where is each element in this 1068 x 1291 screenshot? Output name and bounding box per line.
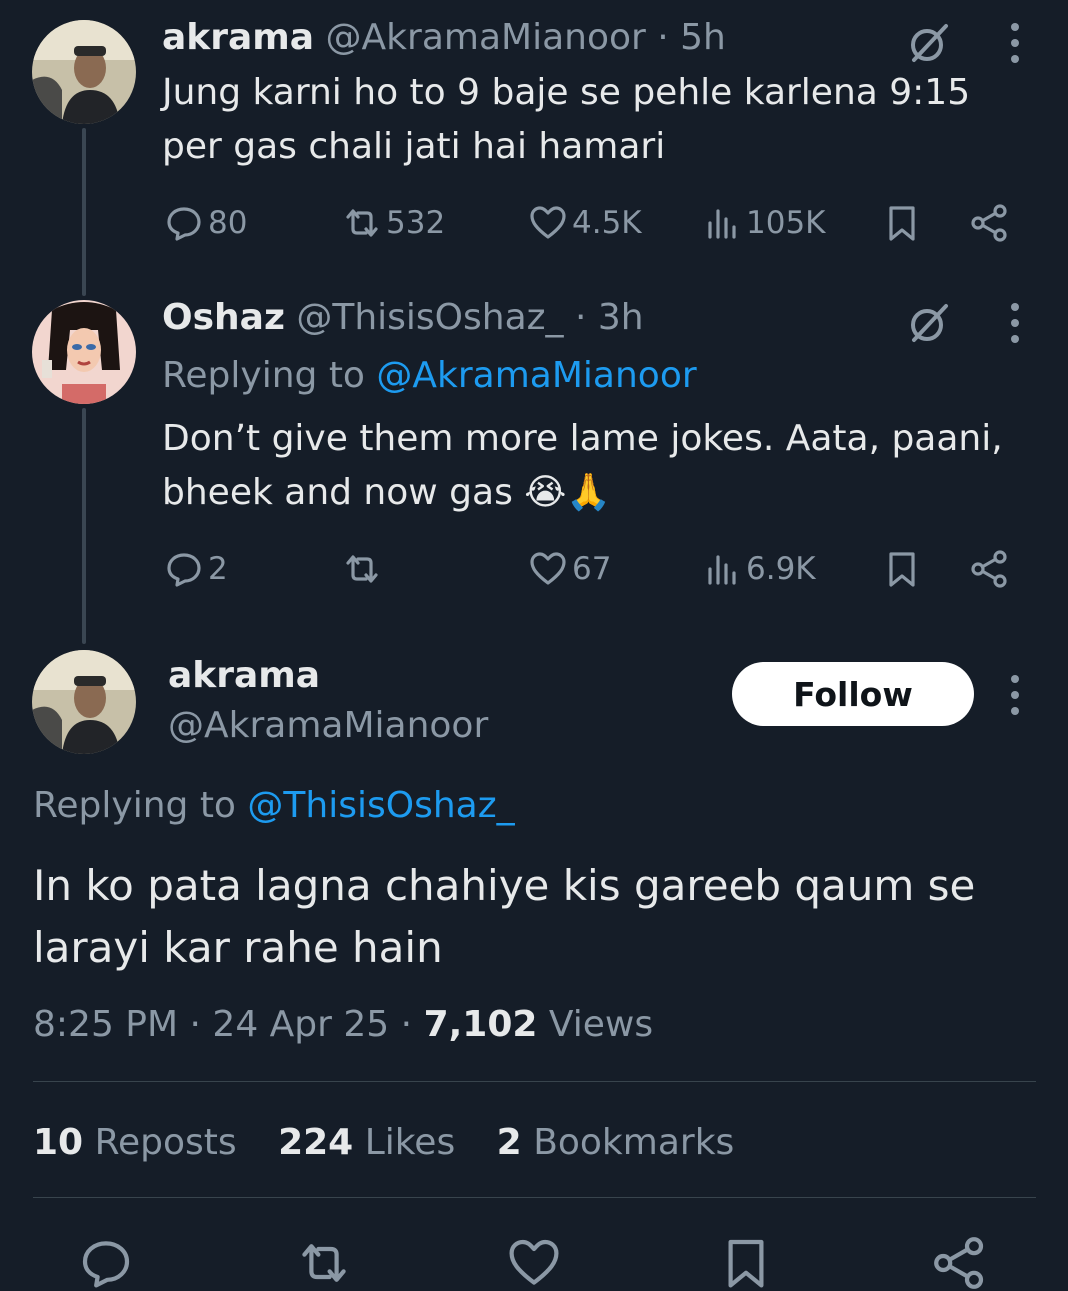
tweet-text: Jung karni ho to 9 baje se pehle karlena…	[162, 66, 1052, 174]
repost-count: 532	[386, 205, 446, 241]
tweet-actions: 2 67 6.9K	[162, 544, 1022, 594]
views-count: 7,102	[423, 1004, 538, 1045]
follow-button[interactable]: Follow	[732, 662, 974, 726]
likes-count: 224	[278, 1122, 354, 1163]
heart-icon	[530, 552, 566, 585]
separator: ·	[189, 1004, 201, 1045]
author-handle[interactable]: @AkramaMianoor	[168, 702, 488, 750]
tweet-time[interactable]: · 3h	[575, 297, 644, 338]
tweet-text-line: per gas chali jati hai hamari	[162, 126, 666, 167]
reposts-stat[interactable]: 10 Reposts	[33, 1122, 237, 1163]
reply-button[interactable]: 80	[164, 198, 247, 248]
tweet-text: Don’t give them more lame jokes. Aata, p…	[162, 412, 1052, 520]
bookmark-icon	[889, 206, 915, 241]
views-button[interactable]: 105K	[702, 198, 826, 248]
tweet-text-line: Don’t give them more lame jokes. Aata, p…	[162, 418, 1003, 459]
heart-icon	[530, 206, 566, 239]
tweet-header: Oshaz @ThisisOshaz_ · 3h	[162, 296, 644, 340]
author-name[interactable]: akrama	[162, 17, 314, 58]
share-button[interactable]	[970, 544, 1014, 594]
reply-button[interactable]: 2	[164, 544, 228, 594]
thread-line	[82, 408, 86, 644]
reply-icon	[167, 553, 201, 587]
grok-icon[interactable]	[906, 300, 952, 346]
repost-icon	[346, 555, 378, 583]
likes-label: Likes	[364, 1122, 456, 1163]
replying-to: Replying to @ThisisOshaz_	[33, 784, 515, 828]
views-button[interactable]: 6.9K	[702, 544, 816, 594]
replying-to-link[interactable]: @ThisisOshaz_	[247, 785, 514, 826]
bookmark-icon	[889, 552, 915, 587]
author-handle[interactable]: @ThisisOshaz_	[296, 297, 563, 338]
bookmarks-count: 2	[496, 1122, 522, 1163]
divider	[33, 1081, 1036, 1082]
bookmarks-stat[interactable]: 2 Bookmarks	[497, 1122, 735, 1163]
avatar[interactable]	[32, 650, 136, 754]
views-icon	[708, 555, 736, 585]
repost-icon	[346, 209, 378, 237]
tweet-header: akrama @AkramaMianoor · 5h	[162, 16, 726, 60]
action-bar	[0, 1225, 1068, 1289]
tweet-date[interactable]: 24 Apr 25	[212, 1004, 389, 1045]
replying-to: Replying to @AkramaMianoor	[162, 354, 697, 398]
more-options-icon[interactable]	[1008, 20, 1022, 66]
tweet-time[interactable]: · 5h	[657, 17, 726, 58]
reply-count: 2	[208, 551, 228, 587]
more-options-icon[interactable]	[1008, 300, 1022, 346]
like-count: 67	[572, 551, 612, 587]
tweet-meta: 8:25 PM · 24 Apr 25 · 7,102 Views	[33, 1000, 653, 1050]
tweet-text-line: bheek and now gas 😭🙏	[162, 472, 612, 513]
more-options-icon[interactable]	[1008, 672, 1022, 718]
avatar[interactable]	[32, 300, 136, 404]
tweet-time[interactable]: 8:25 PM	[33, 1004, 178, 1045]
tweet-text-line: larayi kar rahe hain	[33, 923, 443, 972]
like-button[interactable]: 4.5K	[528, 198, 642, 248]
reply-icon[interactable]	[78, 1235, 134, 1291]
tweet-text: In ko pata lagna chahiye kis gareeb qaum…	[33, 855, 1043, 979]
views-icon	[708, 209, 736, 239]
thread-line	[82, 128, 86, 296]
tweet-stats: 10 Reposts 224 Likes 2 Bookmarks	[33, 1116, 764, 1170]
share-icon	[971, 204, 1007, 242]
like-button[interactable]: 67	[528, 544, 611, 594]
views-label: Views	[548, 1004, 654, 1045]
reply-icon	[167, 207, 201, 241]
divider	[33, 1197, 1036, 1198]
share-icon[interactable]	[932, 1235, 988, 1291]
grok-icon[interactable]	[906, 20, 952, 66]
replying-to-label: Replying to	[162, 355, 377, 396]
views-count: 6.9K	[746, 551, 816, 587]
separator: ·	[400, 1004, 413, 1045]
repost-button[interactable]: 532	[342, 198, 445, 248]
tweet-actions: 80 532 4.5K 105K	[162, 198, 1022, 248]
likes-stat[interactable]: 224 Likes	[278, 1122, 455, 1163]
repost-button[interactable]	[342, 544, 386, 594]
share-icon	[971, 550, 1007, 588]
bookmarks-label: Bookmarks	[533, 1122, 735, 1163]
bookmark-button[interactable]	[882, 198, 926, 248]
reposts-label: Reposts	[94, 1122, 237, 1163]
bookmark-button[interactable]	[882, 544, 926, 594]
views-count: 105K	[746, 205, 826, 241]
reply-count: 80	[208, 205, 248, 241]
reposts-count: 10	[33, 1122, 84, 1163]
heart-icon[interactable]	[506, 1235, 562, 1291]
bookmark-icon[interactable]	[718, 1235, 774, 1291]
author-handle[interactable]: @AkramaMianoor	[326, 17, 646, 58]
tweet-text-line: In ko pata lagna chahiye kis gareeb qaum…	[33, 861, 976, 910]
replying-to-link[interactable]: @AkramaMianoor	[376, 355, 696, 396]
avatar[interactable]	[32, 20, 136, 124]
author-name[interactable]: Oshaz	[162, 297, 285, 338]
repost-icon[interactable]	[296, 1235, 352, 1291]
author-name[interactable]: akrama	[168, 652, 320, 700]
tweet-text-line: Jung karni ho to 9 baje se pehle karlena…	[162, 72, 971, 113]
like-count: 4.5K	[572, 205, 642, 241]
replying-to-label: Replying to	[33, 785, 248, 826]
share-button[interactable]	[970, 198, 1014, 248]
